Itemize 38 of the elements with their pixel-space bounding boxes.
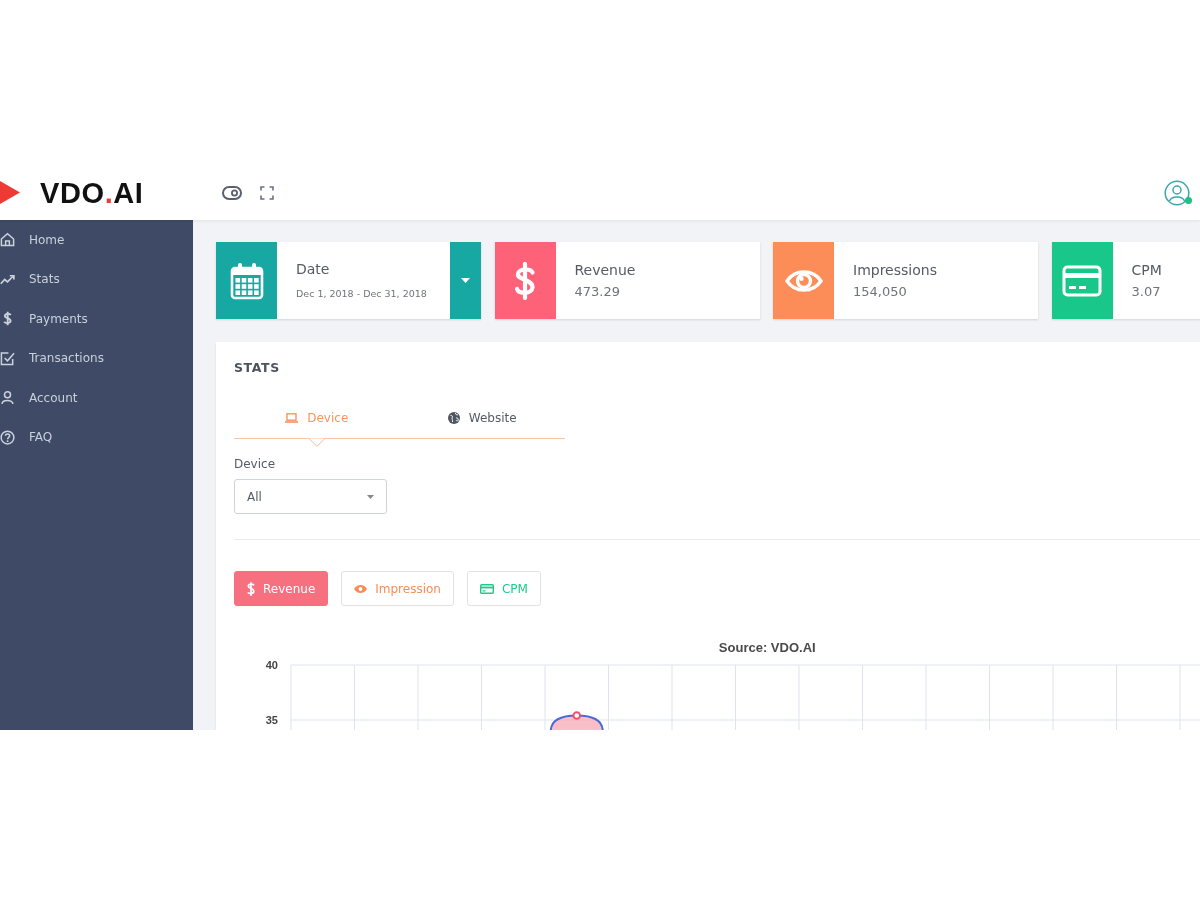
home-icon [0,232,15,248]
card-title: Date [296,259,331,278]
caret-icon [367,494,374,499]
section-title: STATS [234,360,280,376]
fullscreen-icon[interactable] [260,185,274,200]
user-avatar-icon[interactable] [1164,179,1190,206]
sidebar-item[interactable]: Stats [0,259,193,299]
credit-card-icon [479,583,494,594]
caret-icon [461,278,470,283]
sidebar-item[interactable]: Transactions [0,338,193,378]
laptop-icon [285,413,299,423]
field-label: Device [234,456,276,472]
globe-icon [447,412,460,424]
card-value: 154,050 [853,283,908,300]
sidebar-item[interactable]: FAQ [0,417,193,457]
card-title: Revenue [574,261,636,279]
card-value: 473.29 [574,283,621,300]
user-icon [0,390,15,406]
dollar-icon [247,581,255,596]
card-title: CPM [1131,261,1162,279]
device-dropdown[interactable]: All [234,479,387,514]
play-icon [0,181,20,204]
checkbox-icon [0,350,15,366]
card-title: Impressions [853,261,937,279]
sidebar-item[interactable]: Home [0,220,193,260]
date-range: Dec 1, 2018 - Dec 31, 2018 [296,286,427,301]
help-icon [0,429,15,445]
tab[interactable]: Website [399,398,565,438]
eye-icon [354,584,368,593]
axis-tick-label: 40 [265,658,278,671]
chart-title: Source: VDO.AI [718,639,816,655]
toggle-icon[interactable] [222,185,242,200]
axis-tick-label: 35 [265,713,278,726]
selection-pointer-icon [308,437,325,447]
logo-text: VDO.AI [40,175,144,210]
card-value: 3.07 [1131,283,1162,300]
sidebar-item[interactable]: Payments [0,299,193,339]
sidebar-item[interactable]: Account [0,378,193,418]
